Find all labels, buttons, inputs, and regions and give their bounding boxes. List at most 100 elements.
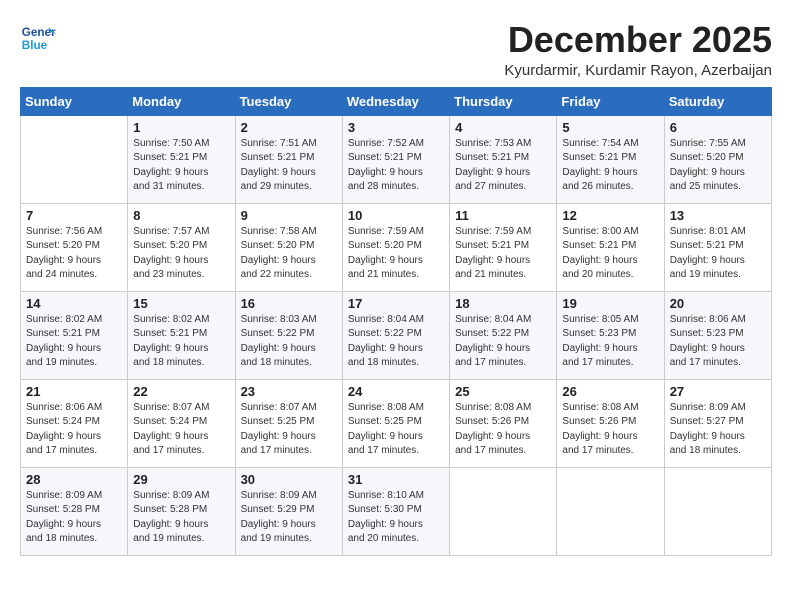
- calendar-header: SundayMondayTuesdayWednesdayThursdayFrid…: [21, 87, 772, 115]
- cell-content: Sunrise: 7:59 AM Sunset: 5:20 PM Dayligh…: [348, 225, 444, 283]
- day-number: 16: [241, 296, 337, 311]
- cell-content: Sunrise: 8:06 AM Sunset: 5:24 PM Dayligh…: [26, 401, 122, 459]
- cell-content: Sunrise: 7:51 AM Sunset: 5:21 PM Dayligh…: [241, 137, 337, 195]
- cell-content: Sunrise: 8:08 AM Sunset: 5:26 PM Dayligh…: [562, 401, 658, 459]
- cell-content: Sunrise: 8:09 AM Sunset: 5:28 PM Dayligh…: [133, 489, 229, 547]
- day-number: 26: [562, 384, 658, 399]
- calendar-cell: 9Sunrise: 7:58 AM Sunset: 5:20 PM Daylig…: [235, 203, 342, 291]
- weekday-header-tuesday: Tuesday: [235, 87, 342, 115]
- day-number: 17: [348, 296, 444, 311]
- day-number: 29: [133, 472, 229, 487]
- day-number: 1: [133, 120, 229, 135]
- calendar-cell: 19Sunrise: 8:05 AM Sunset: 5:23 PM Dayli…: [557, 291, 664, 379]
- cell-content: Sunrise: 8:09 AM Sunset: 5:28 PM Dayligh…: [26, 489, 122, 547]
- cell-content: Sunrise: 8:00 AM Sunset: 5:21 PM Dayligh…: [562, 225, 658, 283]
- calendar-cell: 18 Sunrise: 8:04 AM Sunset: 5:22 PM Dayli…: [450, 291, 557, 379]
- weekday-header-friday: Friday: [557, 87, 664, 115]
- calendar-cell: 8 Sunrise: 7:57 AM Sunset: 5:20 PM Daylig…: [128, 203, 235, 291]
- svg-text:Blue: Blue: [22, 39, 48, 52]
- day-number: 12: [562, 208, 658, 223]
- calendar-cell: 13 Sunrise: 8:01 AM Sunset: 5:21 PM Dayli…: [664, 203, 771, 291]
- page-header: General Blue December 2025 Kyurdarmir, K…: [20, 20, 772, 79]
- day-number: 20: [670, 296, 766, 311]
- svg-text:General: General: [22, 26, 56, 39]
- calendar-cell: [21, 115, 128, 203]
- day-number: 24: [348, 384, 444, 399]
- calendar-cell: 22Sunrise: 8:07 AM Sunset: 5:24 PM Dayli…: [128, 379, 235, 467]
- day-number: 31: [348, 472, 444, 487]
- cell-content: Sunrise: 8:09 AM Sunset: 5:29 PM Dayligh…: [241, 489, 337, 547]
- calendar-cell: 31 Sunrise: 8:10 AM Sunset: 5:30 PM Dayli…: [342, 467, 449, 555]
- weekday-header-saturday: Saturday: [664, 87, 771, 115]
- weekday-header-sunday: Sunday: [21, 87, 128, 115]
- week-row-5: 28Sunrise: 8:09 AM Sunset: 5:28 PM Dayli…: [21, 467, 772, 555]
- cell-content: Sunrise: 7:57 AM Sunset: 5:20 PM Dayligh…: [133, 225, 229, 283]
- day-number: 27: [670, 384, 766, 399]
- calendar-body: 1 Sunrise: 7:50 AM Sunset: 5:21 PM Daylig…: [21, 115, 772, 555]
- day-number: 8: [133, 208, 229, 223]
- calendar-cell: 6Sunrise: 7:55 AM Sunset: 5:20 PM Daylig…: [664, 115, 771, 203]
- day-number: 22: [133, 384, 229, 399]
- cell-content: Sunrise: 8:10 AM Sunset: 5:30 PM Dayligh…: [348, 489, 444, 547]
- day-number: 5: [562, 120, 658, 135]
- week-row-3: 14 Sunrise: 8:02 AM Sunset: 5:21 PM Dayli…: [21, 291, 772, 379]
- calendar-cell: [450, 467, 557, 555]
- calendar-cell: 2 Sunrise: 7:51 AM Sunset: 5:21 PM Daylig…: [235, 115, 342, 203]
- calendar-cell: 3 Sunrise: 7:52 AM Sunset: 5:21 PM Daylig…: [342, 115, 449, 203]
- cell-content: Sunrise: 8:08 AM Sunset: 5:25 PM Dayligh…: [348, 401, 444, 459]
- calendar-cell: [664, 467, 771, 555]
- day-number: 4: [455, 120, 551, 135]
- weekday-header-monday: Monday: [128, 87, 235, 115]
- calendar-cell: 1 Sunrise: 7:50 AM Sunset: 5:21 PM Daylig…: [128, 115, 235, 203]
- cell-content: Sunrise: 8:01 AM Sunset: 5:21 PM Dayligh…: [670, 225, 766, 283]
- calendar-cell: 16 Sunrise: 8:03 AM Sunset: 5:22 PM Dayli…: [235, 291, 342, 379]
- day-number: 21: [26, 384, 122, 399]
- day-number: 19: [562, 296, 658, 311]
- day-number: 30: [241, 472, 337, 487]
- calendar-cell: 12 Sunrise: 8:00 AM Sunset: 5:21 PM Dayli…: [557, 203, 664, 291]
- cell-content: Sunrise: 7:52 AM Sunset: 5:21 PM Dayligh…: [348, 137, 444, 195]
- day-number: 14: [26, 296, 122, 311]
- cell-content: Sunrise: 8:09 AM Sunset: 5:27 PM Dayligh…: [670, 401, 766, 459]
- day-number: 25: [455, 384, 551, 399]
- cell-content: Sunrise: 7:54 AM Sunset: 5:21 PM Dayligh…: [562, 137, 658, 195]
- calendar-cell: 21 Sunrise: 8:06 AM Sunset: 5:24 PM Dayli…: [21, 379, 128, 467]
- day-number: 9: [241, 208, 337, 223]
- cell-content: Sunrise: 7:59 AM Sunset: 5:21 PM Dayligh…: [455, 225, 551, 283]
- cell-content: Sunrise: 7:55 AM Sunset: 5:20 PM Dayligh…: [670, 137, 766, 195]
- calendar-cell: 26 Sunrise: 8:08 AM Sunset: 5:26 PM Dayli…: [557, 379, 664, 467]
- calendar-cell: 30 Sunrise: 8:09 AM Sunset: 5:29 PM Dayli…: [235, 467, 342, 555]
- calendar-cell: [557, 467, 664, 555]
- day-number: 3: [348, 120, 444, 135]
- cell-content: Sunrise: 8:08 AM Sunset: 5:26 PM Dayligh…: [455, 401, 551, 459]
- day-number: 7: [26, 208, 122, 223]
- calendar-cell: 17 Sunrise: 8:04 AM Sunset: 5:22 PM Dayli…: [342, 291, 449, 379]
- calendar-cell: 25 Sunrise: 8:08 AM Sunset: 5:26 PM Dayli…: [450, 379, 557, 467]
- weekday-header-row: SundayMondayTuesdayWednesdayThursdayFrid…: [21, 87, 772, 115]
- day-number: 11: [455, 208, 551, 223]
- cell-content: Sunrise: 8:02 AM Sunset: 5:21 PM Dayligh…: [133, 313, 229, 371]
- cell-content: Sunrise: 7:56 AM Sunset: 5:20 PM Dayligh…: [26, 225, 122, 283]
- cell-content: Sunrise: 8:04 AM Sunset: 5:22 PM Dayligh…: [455, 313, 551, 371]
- cell-content: Sunrise: 8:03 AM Sunset: 5:22 PM Dayligh…: [241, 313, 337, 371]
- cell-content: Sunrise: 7:50 AM Sunset: 5:21 PM Dayligh…: [133, 137, 229, 195]
- day-number: 13: [670, 208, 766, 223]
- month-title: December 2025: [504, 20, 772, 60]
- cell-content: Sunrise: 8:02 AM Sunset: 5:21 PM Dayligh…: [26, 313, 122, 371]
- calendar-cell: 5 Sunrise: 7:54 AM Sunset: 5:21 PM Daylig…: [557, 115, 664, 203]
- weekday-header-thursday: Thursday: [450, 87, 557, 115]
- day-number: 18: [455, 296, 551, 311]
- week-row-2: 7 Sunrise: 7:56 AM Sunset: 5:20 PM Daylig…: [21, 203, 772, 291]
- cell-content: Sunrise: 8:04 AM Sunset: 5:22 PM Dayligh…: [348, 313, 444, 371]
- weekday-header-wednesday: Wednesday: [342, 87, 449, 115]
- logo: General Blue: [20, 20, 60, 56]
- calendar-cell: 7 Sunrise: 7:56 AM Sunset: 5:20 PM Daylig…: [21, 203, 128, 291]
- calendar-cell: 28Sunrise: 8:09 AM Sunset: 5:28 PM Dayli…: [21, 467, 128, 555]
- day-number: 2: [241, 120, 337, 135]
- logo-icon: General Blue: [20, 20, 56, 56]
- location-subtitle: Kyurdarmir, Kurdamir Rayon, Azerbaijan: [504, 62, 772, 79]
- calendar-cell: 4Sunrise: 7:53 AM Sunset: 5:21 PM Daylig…: [450, 115, 557, 203]
- day-number: 23: [241, 384, 337, 399]
- calendar-cell: 20Sunrise: 8:06 AM Sunset: 5:23 PM Dayli…: [664, 291, 771, 379]
- calendar-cell: 24 Sunrise: 8:08 AM Sunset: 5:25 PM Dayli…: [342, 379, 449, 467]
